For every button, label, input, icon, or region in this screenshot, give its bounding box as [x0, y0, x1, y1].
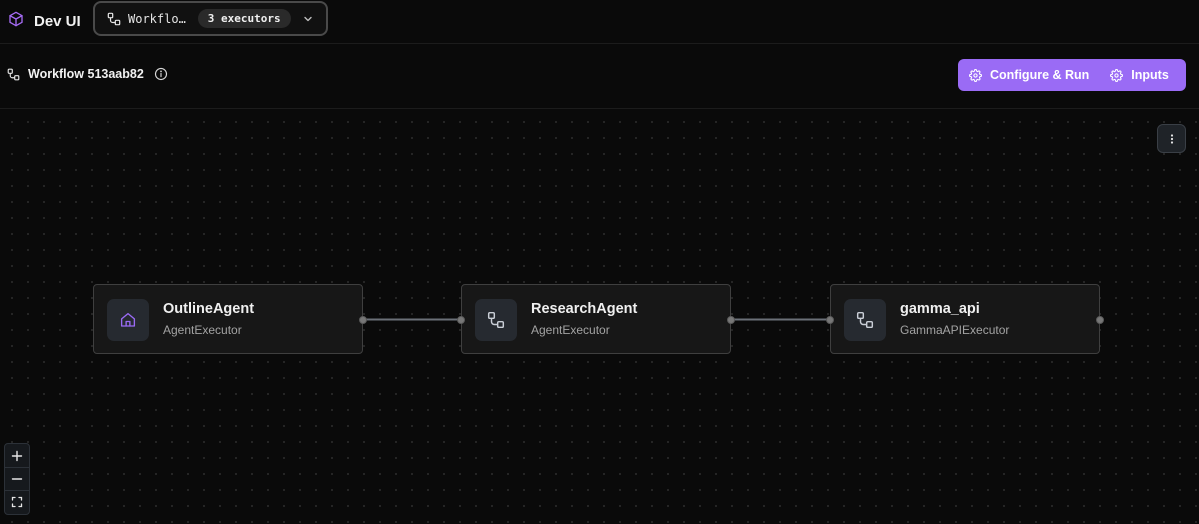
inputs-label: Inputs	[1131, 68, 1169, 82]
workflow-node-gamma-api[interactable]: gamma_api GammaAPIExecutor	[826, 284, 1104, 354]
info-icon[interactable]	[154, 67, 168, 81]
inputs-button[interactable]: Inputs	[1110, 59, 1169, 91]
workflow-icon	[487, 311, 505, 329]
node-subtitle: AgentExecutor	[163, 323, 242, 337]
gear-icon	[1110, 68, 1124, 82]
node-input-handle[interactable]	[826, 316, 834, 324]
more-vertical-icon	[1170, 133, 1173, 144]
executors-badge: 3 executors	[197, 9, 291, 28]
run-actions: Configure & Run Inputs	[958, 59, 1186, 91]
plus-icon	[11, 450, 23, 461]
workflow-node-research-agent[interactable]: ResearchAgent AgentExecutor	[457, 284, 735, 354]
node-title: OutlineAgent	[163, 301, 255, 317]
fit-view-button[interactable]	[5, 490, 29, 513]
node-title: ResearchAgent	[531, 301, 638, 317]
workflow-node-outline-agent[interactable]: OutlineAgent AgentExecutor	[93, 284, 367, 354]
node-icon-box	[844, 299, 886, 341]
chevron-down-icon	[302, 13, 314, 25]
workflow-title-group: Workflow 513aab82	[7, 67, 168, 81]
zoom-out-button[interactable]	[5, 467, 29, 490]
cube-logo-icon	[8, 11, 24, 32]
workflow-title: Workflow 513aab82	[28, 67, 144, 81]
zoom-controls	[4, 443, 30, 515]
node-subtitle: GammaAPIExecutor	[900, 323, 1010, 337]
workflow-icon	[856, 311, 874, 329]
node-input-handle[interactable]	[457, 316, 465, 324]
node-title: gamma_api	[900, 301, 980, 317]
workflow-icon	[107, 12, 121, 26]
workflow-select-value: Workflo…	[128, 11, 186, 26]
node-output-handle[interactable]	[359, 316, 367, 324]
node-icon-box	[475, 299, 517, 341]
configure-run-button[interactable]: Configure & Run	[958, 59, 1089, 91]
app-title: Dev UI	[34, 13, 81, 30]
workflow-icon	[7, 68, 20, 80]
node-icon-box	[107, 299, 149, 341]
node-output-handle[interactable]	[727, 316, 735, 324]
zoom-in-button[interactable]	[5, 444, 29, 467]
gear-icon	[969, 68, 982, 82]
workflow-header: Workflow 513aab82 Configure & Run Inputs	[0, 44, 1199, 109]
minus-icon	[11, 478, 23, 480]
home-icon	[120, 312, 136, 327]
node-subtitle: AgentExecutor	[531, 323, 610, 337]
brand[interactable]: Dev UI	[8, 11, 81, 32]
fit-view-icon	[11, 496, 23, 508]
node-output-handle[interactable]	[1096, 316, 1104, 324]
canvas-menu-button[interactable]	[1157, 124, 1186, 153]
workflow-select[interactable]: Workflo… 3 executors	[93, 1, 328, 36]
configure-run-label: Configure & Run	[990, 68, 1090, 82]
